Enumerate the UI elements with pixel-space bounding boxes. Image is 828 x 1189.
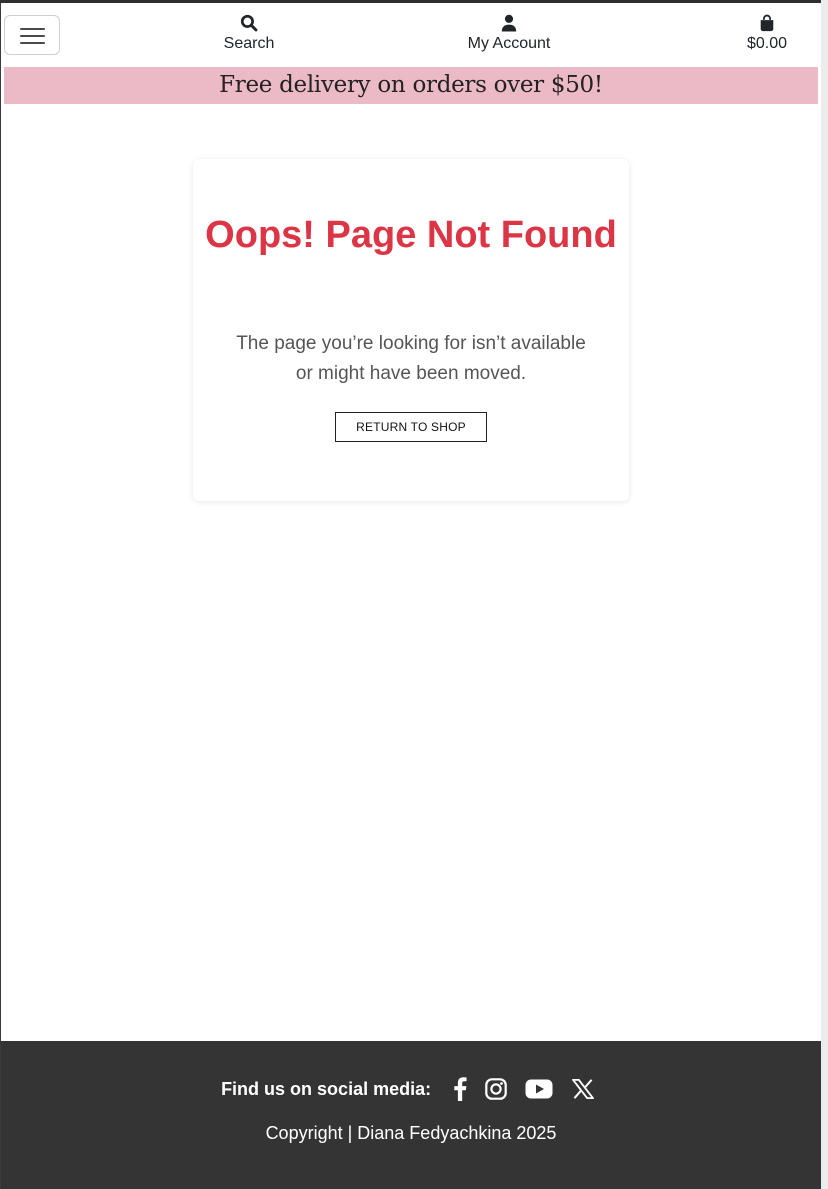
x-icon[interactable] [572, 1079, 594, 1099]
page: Search My Account $0.00 Free delivery on… [1, 3, 821, 1189]
youtube-icon[interactable] [525, 1079, 553, 1099]
search-label: Search [223, 35, 275, 52]
my-account-label: My Account [467, 35, 551, 52]
error-card: Oops! Page Not Found The page you’re loo… [193, 159, 629, 501]
return-to-shop-button[interactable]: RETURN TO SHOP [335, 412, 487, 442]
user-icon [501, 14, 517, 32]
my-account-link[interactable]: My Account [449, 14, 569, 53]
promo-text: Free delivery on orders over $50! [219, 72, 603, 98]
instagram-icon[interactable] [485, 1078, 507, 1100]
page-title: Oops! Page Not Found [205, 214, 617, 256]
hamburger-menu-button[interactable] [4, 15, 60, 55]
site-header: Search My Account $0.00 [1, 3, 821, 67]
hamburger-menu-icon-bar [20, 42, 45, 44]
social-label: Find us on social media: [221, 1078, 432, 1099]
social-row: Find us on social media: [1, 1077, 821, 1105]
search-icon [240, 14, 258, 32]
promo-banner: Free delivery on orders over $50! [4, 67, 818, 104]
facebook-icon[interactable] [453, 1077, 467, 1101]
error-message: The page you’re looking for isn’t availa… [236, 333, 586, 384]
shopping-bag-icon [760, 14, 774, 32]
copyright-text: Copyright | Diana Fedyachkina 2025 [265, 1123, 557, 1143]
site-footer: Find us on social media: Copyright | Dia… [1, 1041, 821, 1189]
hamburger-menu-icon-bar [20, 28, 45, 30]
scrollbar-gutter[interactable] [821, 0, 828, 1189]
cart-link[interactable]: $0.00 [731, 14, 803, 53]
search-link[interactable]: Search [209, 14, 289, 53]
hamburger-menu-icon-bar [20, 35, 45, 37]
cart-total: $0.00 [746, 35, 788, 52]
